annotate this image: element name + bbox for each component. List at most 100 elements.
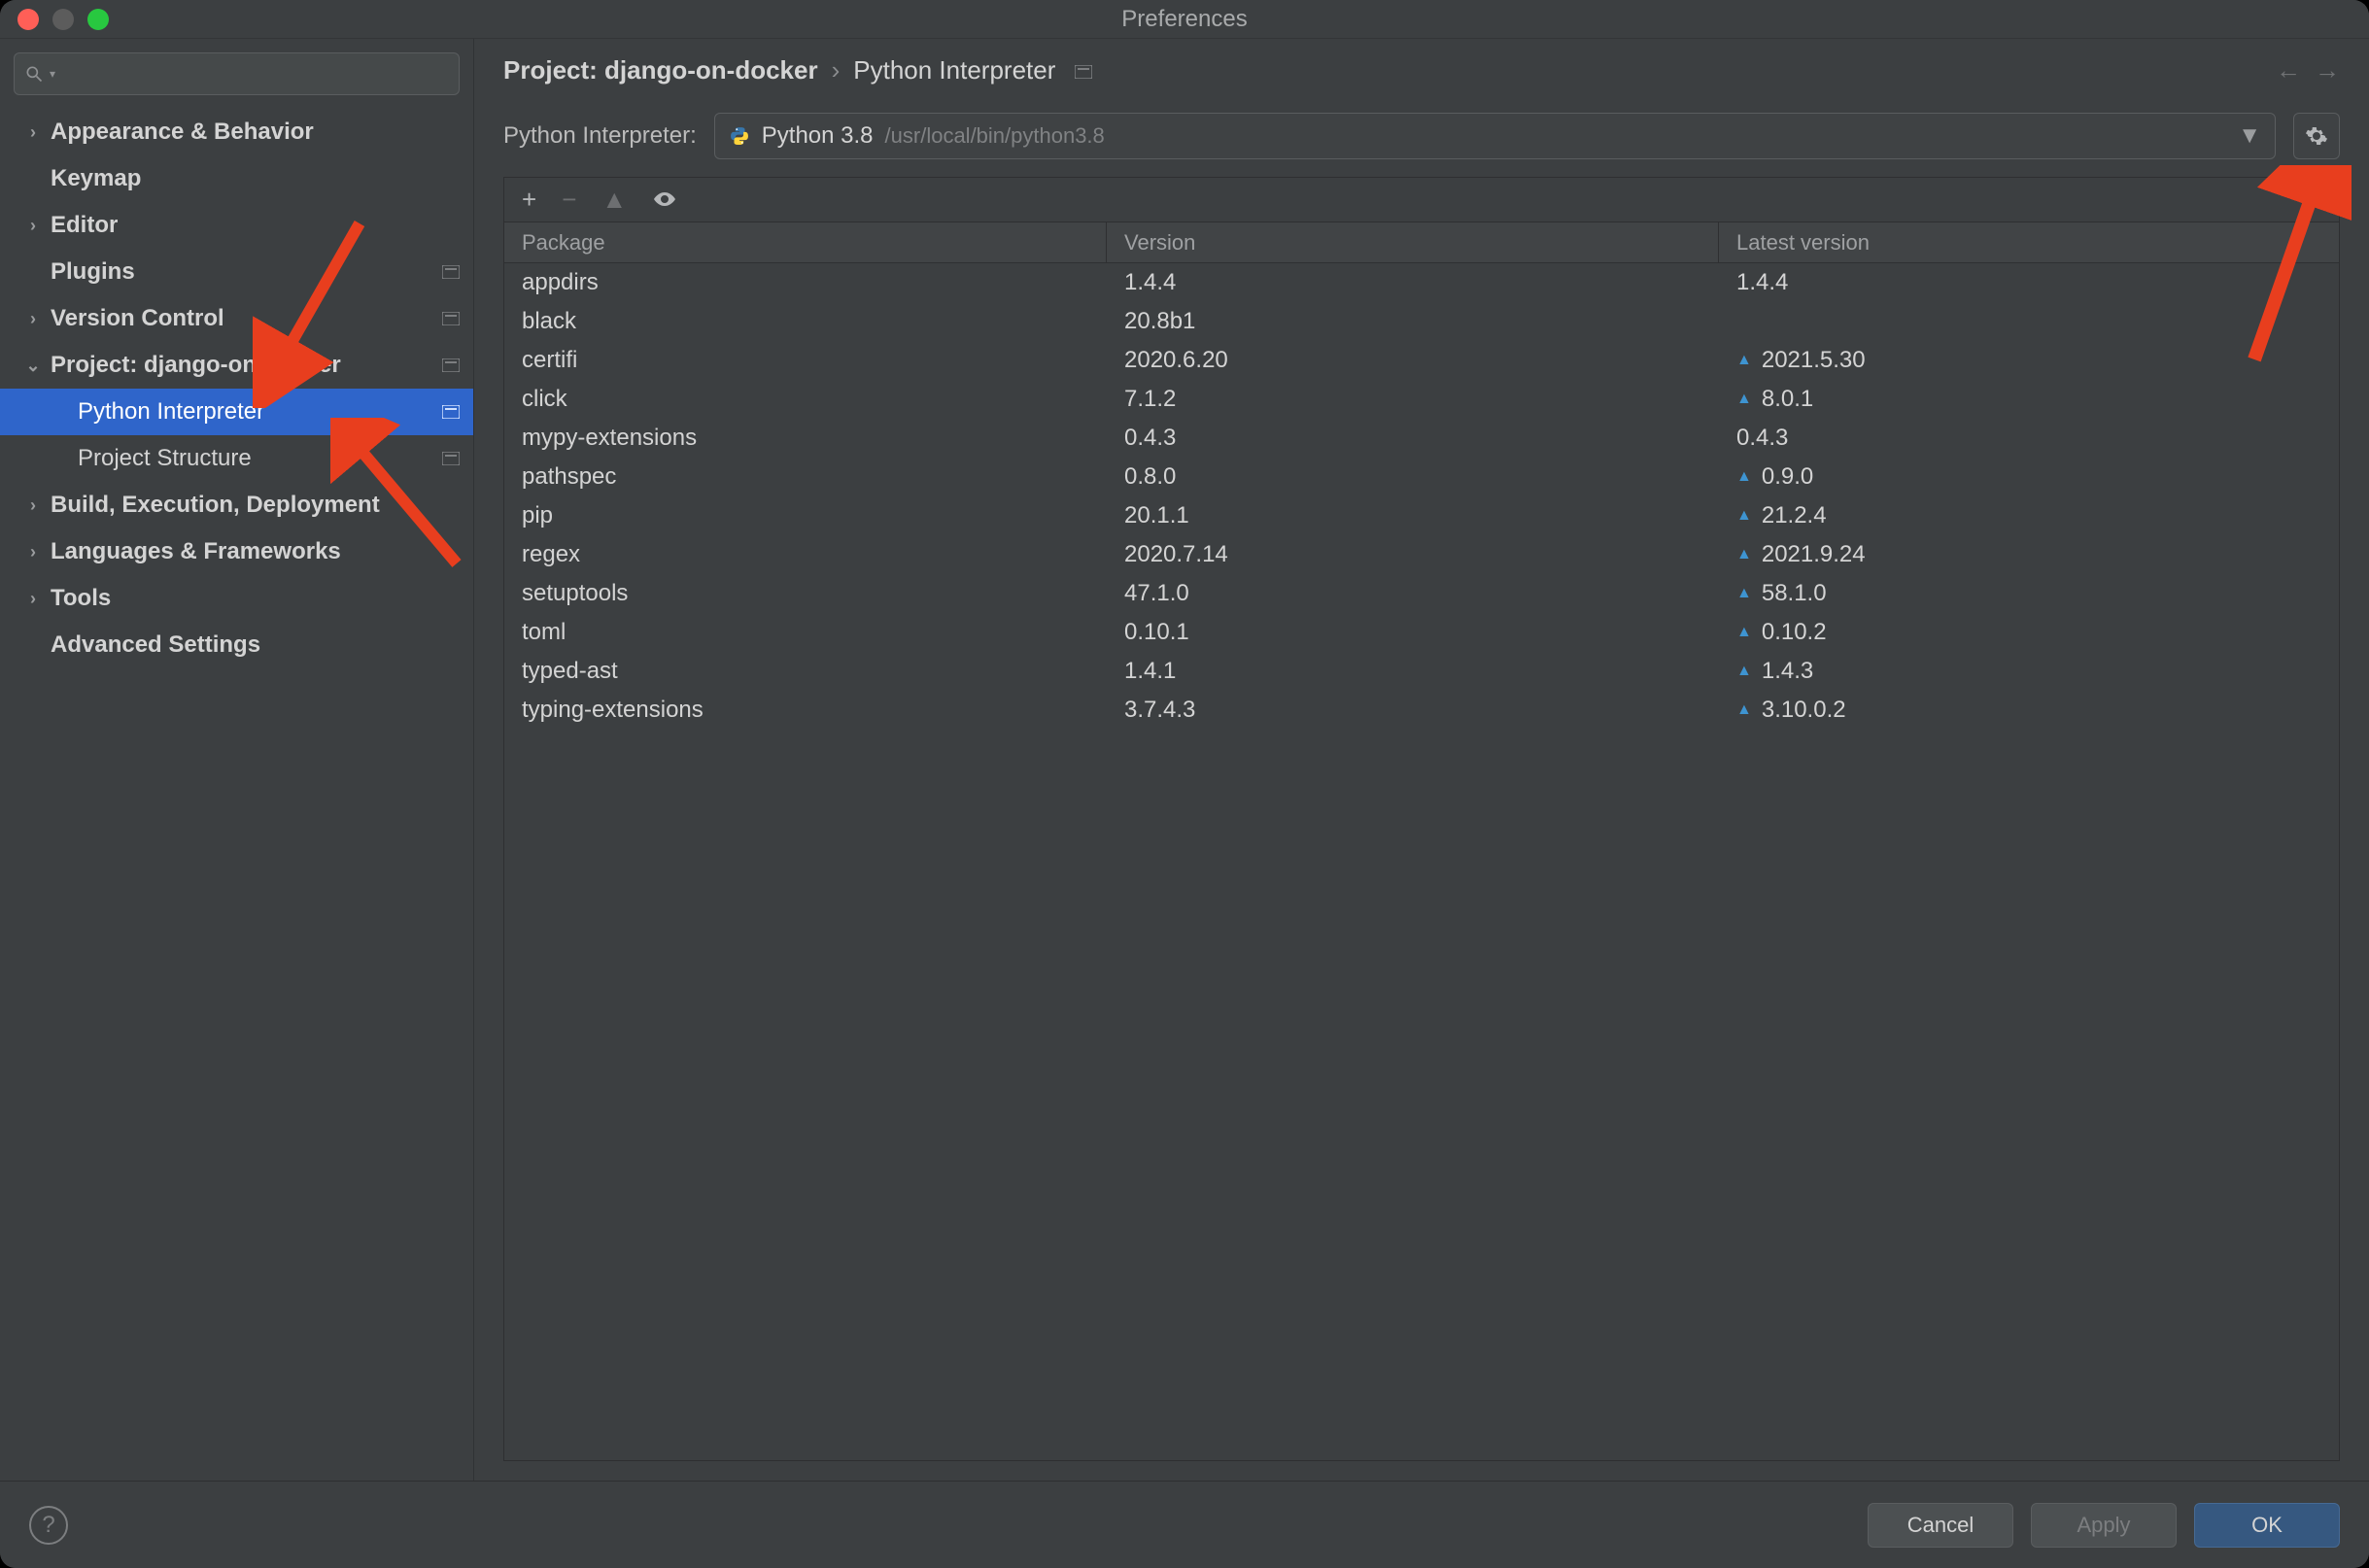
close-icon[interactable] bbox=[17, 9, 39, 30]
table-row[interactable]: regex2020.7.14▲2021.9.24 bbox=[504, 535, 2339, 574]
sidebar-item[interactable]: › Editor bbox=[0, 202, 473, 249]
minimize-icon[interactable] bbox=[52, 9, 74, 30]
cell-package: certifi bbox=[504, 341, 1107, 380]
cell-version: 7.1.2 bbox=[1107, 380, 1719, 419]
cell-package: appdirs bbox=[504, 263, 1107, 302]
python-icon bbox=[729, 125, 750, 147]
interpreter-name: Python 3.8 bbox=[762, 122, 874, 150]
interpreter-dropdown[interactable]: Python 3.8 /usr/local/bin/python3.8 ▼ bbox=[714, 113, 2276, 159]
upgrade-available-icon: ▲ bbox=[1736, 391, 1752, 408]
cell-latest: ▲1.4.3 bbox=[1719, 652, 2339, 691]
table-row[interactable]: typing-extensions3.7.4.3▲3.10.0.2 bbox=[504, 691, 2339, 730]
cell-version: 0.4.3 bbox=[1107, 419, 1719, 458]
table-row[interactable]: typed-ast1.4.1▲1.4.3 bbox=[504, 652, 2339, 691]
add-package-icon[interactable]: + bbox=[522, 185, 536, 215]
table-row[interactable]: pathspec0.8.0▲0.9.0 bbox=[504, 458, 2339, 496]
cell-latest: ▲8.0.1 bbox=[1719, 380, 2339, 419]
upgrade-package-icon[interactable]: ▲ bbox=[601, 185, 627, 215]
sidebar-item-label: Plugins bbox=[51, 258, 135, 286]
cell-version: 2020.7.14 bbox=[1107, 535, 1719, 574]
settings-tree: ›Appearance & Behavior Keymap › Editor Plugi… bbox=[0, 109, 473, 1481]
sidebar-item[interactable]: Plugins bbox=[0, 249, 473, 295]
cell-package: click bbox=[504, 380, 1107, 419]
chevron-right-icon: › bbox=[25, 122, 41, 143]
upgrade-available-icon: ▲ bbox=[1736, 585, 1752, 602]
sidebar-item-label: Project Structure bbox=[78, 445, 252, 472]
col-latest[interactable]: Latest version bbox=[1719, 222, 2339, 262]
col-version[interactable]: Version bbox=[1107, 222, 1719, 262]
upgrade-available-icon: ▲ bbox=[1736, 663, 1752, 680]
table-row[interactable]: certifi2020.6.20▲2021.5.30 bbox=[504, 341, 2339, 380]
table-row[interactable]: mypy-extensions0.4.30.4.3 bbox=[504, 419, 2339, 458]
cell-latest: ▲21.2.4 bbox=[1719, 496, 2339, 535]
nav-back-icon[interactable]: ← bbox=[2276, 55, 2301, 85]
table-row[interactable]: pip20.1.1▲21.2.4 bbox=[504, 496, 2339, 535]
ok-button[interactable]: OK bbox=[2194, 1503, 2340, 1548]
breadcrumb: Project: django-on-docker › Python Inter… bbox=[474, 39, 2369, 101]
sidebar-item-label: Tools bbox=[51, 585, 111, 612]
cell-latest: ▲58.1.0 bbox=[1719, 574, 2339, 613]
upgrade-available-icon: ▲ bbox=[1736, 701, 1752, 719]
cell-latest: ▲0.10.2 bbox=[1719, 613, 2339, 652]
window-title: Preferences bbox=[0, 6, 2369, 33]
sidebar-item[interactable]: ›Build, Execution, Deployment bbox=[0, 482, 473, 528]
interpreter-path: /usr/local/bin/python3.8 bbox=[885, 123, 1105, 149]
help-button[interactable]: ? bbox=[29, 1506, 68, 1545]
table-header: Package Version Latest version bbox=[504, 222, 2339, 263]
cancel-button[interactable]: Cancel bbox=[1868, 1503, 2013, 1548]
cell-version: 0.10.1 bbox=[1107, 613, 1719, 652]
cell-package: setuptools bbox=[504, 574, 1107, 613]
cell-latest: 1.4.4 bbox=[1719, 263, 2339, 302]
sidebar-item[interactable]: ⌄Project: django-on-docker bbox=[0, 342, 473, 389]
search-input[interactable]: ▾ bbox=[14, 52, 460, 95]
cell-package: regex bbox=[504, 535, 1107, 574]
table-row[interactable]: black20.8b1 bbox=[504, 302, 2339, 341]
table-row[interactable]: appdirs1.4.41.4.4 bbox=[504, 263, 2339, 302]
preferences-window: Preferences ▾ ›Appearance & Behavior Keym… bbox=[0, 0, 2369, 1568]
chevron-down-icon: ▼ bbox=[2238, 122, 2261, 150]
sidebar-item[interactable]: › Tools bbox=[0, 575, 473, 622]
project-badge-icon bbox=[442, 305, 460, 332]
interpreter-settings-button[interactable] bbox=[2293, 113, 2340, 159]
upgrade-available-icon: ▲ bbox=[1736, 546, 1752, 563]
project-badge-icon bbox=[442, 258, 460, 286]
packages-toolbar: + − ▲ bbox=[504, 178, 2339, 222]
cell-package: mypy-extensions bbox=[504, 419, 1107, 458]
cell-latest: ▲0.9.0 bbox=[1719, 458, 2339, 496]
upgrade-available-icon: ▲ bbox=[1736, 352, 1752, 369]
cell-version: 0.8.0 bbox=[1107, 458, 1719, 496]
interpreter-label: Python Interpreter: bbox=[503, 122, 697, 150]
sidebar-item-label: Keymap bbox=[51, 165, 141, 192]
table-row[interactable]: setuptools47.1.0▲58.1.0 bbox=[504, 574, 2339, 613]
packages-panel: + − ▲ Package Version Latest version app… bbox=[503, 177, 2340, 1461]
chevron-right-icon: › bbox=[25, 589, 41, 609]
sidebar-item[interactable]: Python Interpreter bbox=[0, 389, 473, 435]
apply-button[interactable]: Apply bbox=[2031, 1503, 2177, 1548]
sidebar-item[interactable]: Advanced Settings bbox=[0, 622, 473, 668]
sidebar-item[interactable]: ›Languages & Frameworks bbox=[0, 528, 473, 575]
col-package[interactable]: Package bbox=[504, 222, 1107, 262]
sidebar-item[interactable]: ›Appearance & Behavior bbox=[0, 109, 473, 155]
sidebar-item[interactable]: Keymap bbox=[0, 155, 473, 202]
sidebar-item[interactable]: ›Version Control bbox=[0, 295, 473, 342]
project-badge-icon bbox=[442, 352, 460, 379]
sidebar-item[interactable]: Project Structure bbox=[0, 435, 473, 482]
cell-latest: ▲2021.9.24 bbox=[1719, 535, 2339, 574]
sidebar-item-label: Editor bbox=[51, 212, 118, 239]
sidebar-item-label: Advanced Settings bbox=[51, 631, 260, 659]
table-row[interactable]: click7.1.2▲8.0.1 bbox=[504, 380, 2339, 419]
cell-package: black bbox=[504, 302, 1107, 341]
table-row[interactable]: toml0.10.1▲0.10.2 bbox=[504, 613, 2339, 652]
cell-version: 20.8b1 bbox=[1107, 302, 1719, 341]
chevron-right-icon: › bbox=[25, 495, 41, 516]
nav-forward-icon[interactable]: → bbox=[2315, 55, 2340, 85]
sidebar-item-label: Project: django-on-docker bbox=[51, 352, 341, 379]
project-badge-icon bbox=[442, 398, 460, 426]
cell-package: pip bbox=[504, 496, 1107, 535]
cell-package: typing-extensions bbox=[504, 691, 1107, 730]
chevron-right-icon: › bbox=[25, 216, 41, 236]
maximize-icon[interactable] bbox=[87, 9, 109, 30]
remove-package-icon[interactable]: − bbox=[562, 185, 576, 215]
breadcrumb-leaf: Python Interpreter bbox=[853, 55, 1055, 85]
show-early-releases-icon[interactable] bbox=[652, 185, 677, 215]
